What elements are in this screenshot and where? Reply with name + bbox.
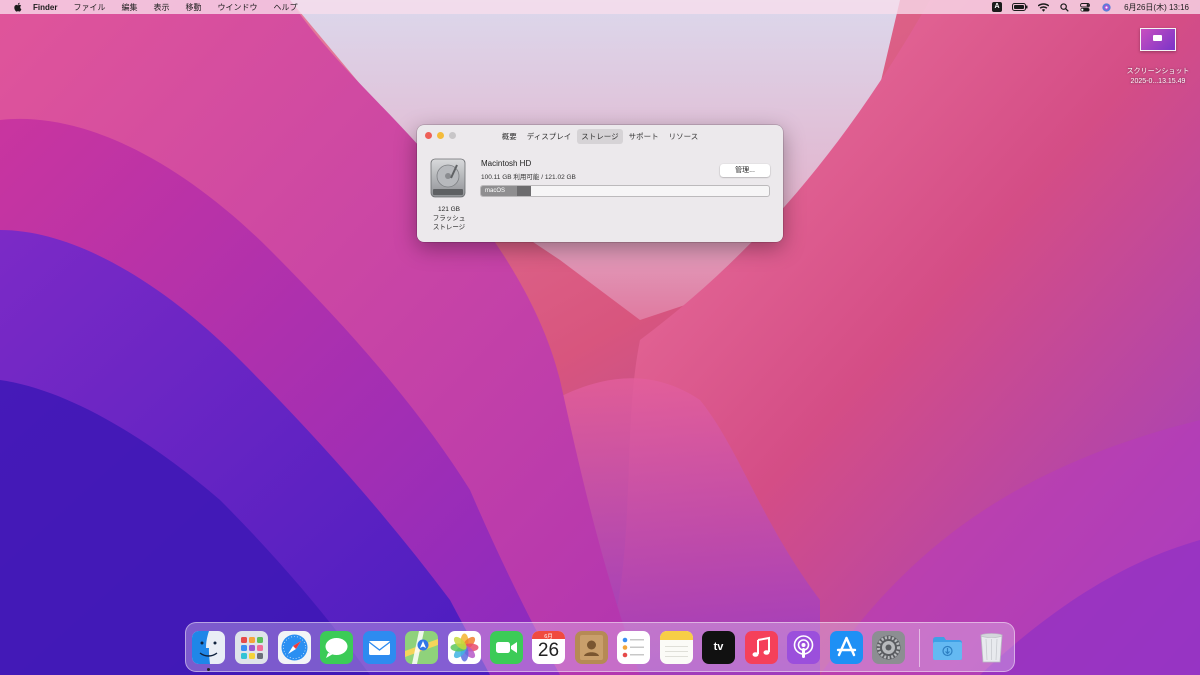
menu-help[interactable]: ヘルプ [273,2,297,13]
disk-availability: 100.11 GB 利用可能 / 121.02 GB [481,174,576,181]
dock-photos[interactable] [448,631,481,664]
dock-music[interactable] [745,631,778,664]
mail-icon [363,631,396,664]
drive-capacity: 121 GB [437,206,461,213]
siri-icon[interactable] [1100,1,1112,13]
storage-segment-other [517,186,531,196]
system-preferences-icon [872,631,905,664]
dock-mail[interactable] [363,631,396,664]
calendar-day: 26 [537,640,560,661]
battery-icon[interactable] [1012,1,1028,13]
input-source-label: A [992,2,1003,12]
dock-notes[interactable] [660,631,693,664]
dock-podcasts[interactable] [787,631,820,664]
manage-button[interactable]: 管理... [720,164,770,177]
menu-window[interactable]: ウインドウ [217,2,257,13]
tab-overview[interactable]: 概要 [498,129,521,144]
menu-go[interactable]: 移動 [185,2,201,13]
app-store-icon [830,631,863,664]
desktop-screenshot-file[interactable]: スクリーンショット 2025-0...13.15.49 [1120,28,1196,87]
dock-separator [919,629,920,667]
storage-segment-label: macOS [485,187,506,194]
dock-finder[interactable] [192,631,225,671]
dock-messages[interactable] [320,631,353,664]
reminders-icon [617,631,650,664]
dock-apple-tv[interactable]: tv [702,631,735,664]
tab-storage[interactable]: ストレージ [577,129,623,144]
podcasts-icon [787,631,820,664]
trash-icon [980,633,1003,663]
finder-icon [192,631,225,664]
desktop-file-name-line1: スクリーンショット [1126,68,1190,75]
desktop-file-name-line2: 2025-0...13.15.49 [1130,78,1186,85]
dock-downloads[interactable] [931,631,964,664]
photos-icon [448,631,481,664]
dock-reminders[interactable] [617,631,650,664]
tab-support[interactable]: サポート [625,129,663,144]
music-icon [745,631,778,664]
safari-icon [278,631,311,664]
menu-file[interactable]: ファイル [73,2,105,13]
menu-finder[interactable]: Finder [33,3,57,12]
internal-drive-icon [430,158,466,198]
storage-usage-bar: macOS [480,185,770,197]
menu-view[interactable]: 表示 [153,2,169,13]
launchpad-icon [235,631,268,664]
facetime-icon [490,631,523,664]
tab-resources[interactable]: リソース [665,129,703,144]
dock-trash[interactable] [975,631,1008,664]
tab-bar: 概要 ディスプレイ ストレージ サポート リソース [417,129,783,144]
dock-facetime[interactable] [490,631,523,664]
dock-safari[interactable] [278,631,311,664]
about-this-mac-window: 概要 ディスプレイ ストレージ サポート リソース 121 GB フラッシュ ス… [417,125,783,242]
messages-icon [320,631,353,664]
dock-contacts[interactable] [575,631,608,664]
dock: 6月 26 tv [185,622,1015,672]
dock-launchpad[interactable] [235,631,268,664]
menu-bar: Finder ファイル 編集 表示 移動 ウインドウ ヘルプ A 6月26日(木… [0,0,1200,14]
disk-name: Macintosh HD [481,159,532,168]
input-source-icon[interactable]: A [991,1,1003,13]
drive-type-line1: フラッシュ [432,215,466,222]
tab-displays[interactable]: ディスプレイ [523,129,575,144]
maps-icon [405,631,438,664]
drive-info: 121 GB フラッシュ ストレージ [422,205,476,232]
calendar-month: 6月 [544,634,553,640]
control-center-icon[interactable] [1079,1,1091,13]
desktop-wallpaper [0,0,1200,675]
running-indicator [207,668,210,671]
apple-tv-label: tv [713,641,724,653]
dock-calendar[interactable]: 6月 26 [532,631,565,664]
contacts-icon [575,631,608,664]
menu-edit[interactable]: 編集 [121,2,137,13]
menu-bar-clock[interactable]: 6月26日(木) 13:16 [1124,2,1189,13]
spotlight-search-icon[interactable] [1058,1,1070,13]
wifi-icon[interactable] [1037,1,1049,13]
downloads-folder-icon [933,637,962,660]
dock-system-preferences[interactable] [872,631,905,664]
apple-logo-icon[interactable] [11,1,23,13]
dock-app-store[interactable] [830,631,863,664]
notes-icon [660,631,693,664]
dock-maps[interactable] [405,631,438,664]
screenshot-thumbnail-icon [1140,28,1176,51]
drive-type-line2: ストレージ [432,224,466,231]
